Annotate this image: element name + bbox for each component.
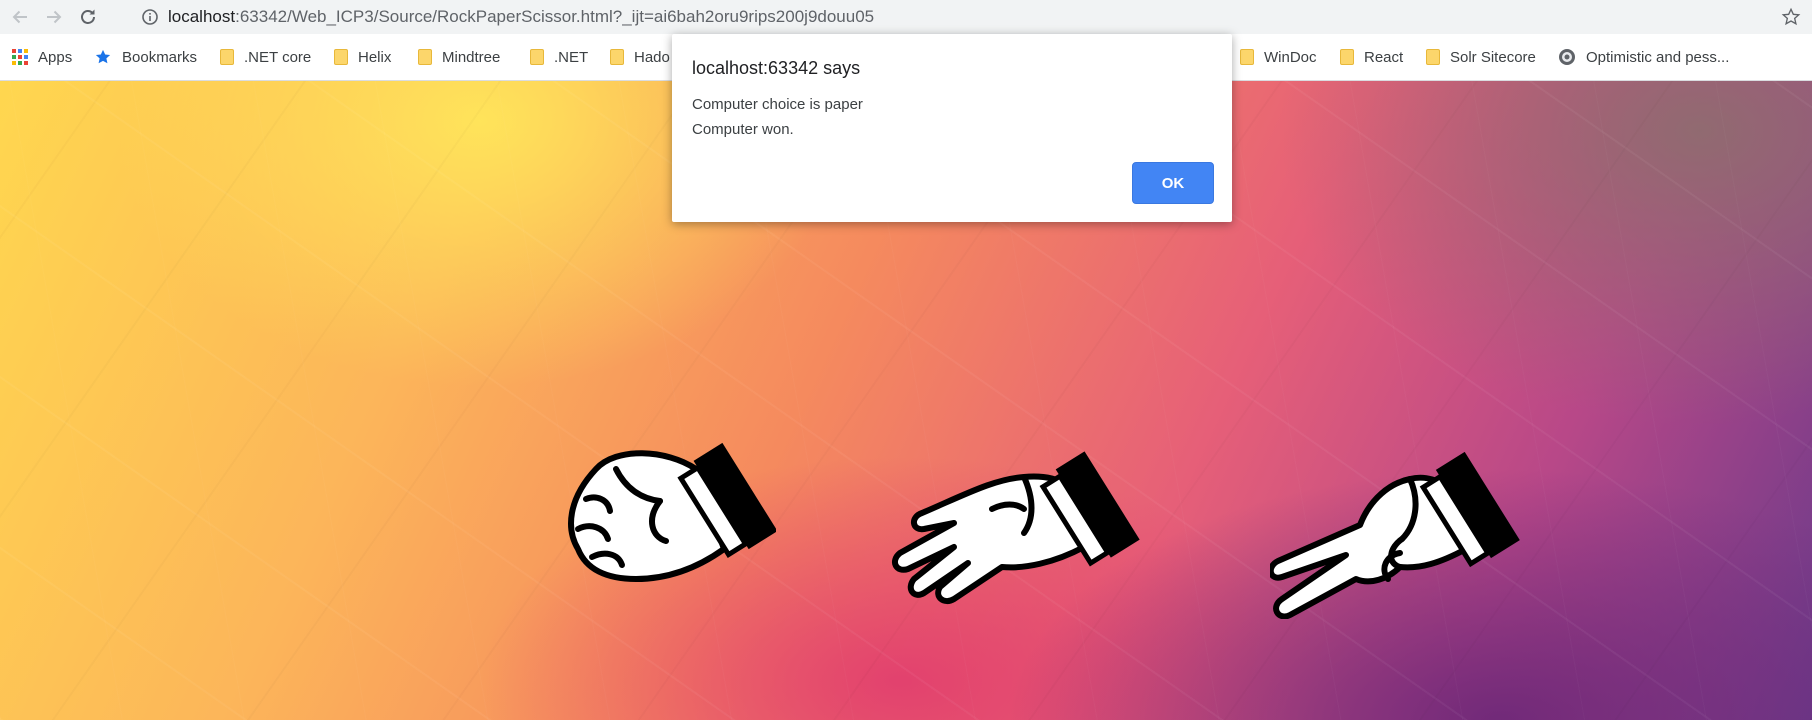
back-arrow-icon[interactable] xyxy=(6,3,34,31)
bookmark-label: WinDoc xyxy=(1264,48,1317,66)
bookmark-label: .NET core xyxy=(244,48,312,66)
folder-icon xyxy=(1340,49,1354,65)
bookmark-mindtree[interactable]: Mindtree xyxy=(410,34,508,80)
browser-toolbar: localhost:63342/Web_ICP3/Source/RockPape… xyxy=(0,0,1812,34)
ok-button[interactable]: OK xyxy=(1132,162,1214,204)
apps-grid-icon xyxy=(12,49,28,65)
bookmark-bookmarks[interactable]: Bookmarks xyxy=(86,34,205,80)
folder-icon xyxy=(418,49,432,65)
bookmark-label: Mindtree xyxy=(442,48,501,66)
url-text: localhost:63342/Web_ICP3/Source/RockPape… xyxy=(168,7,875,26)
bookmark-label: Apps xyxy=(38,48,73,66)
bookmark-label: Helix xyxy=(358,48,392,66)
bookmark-label: Solr Sitecore xyxy=(1450,48,1536,66)
folder-icon xyxy=(1426,49,1440,65)
bookmark-label: Optimistic and pess... xyxy=(1586,48,1730,66)
bookmark-label: .NET xyxy=(554,48,589,66)
folder-icon xyxy=(1240,49,1254,65)
folder-icon xyxy=(530,49,544,65)
bookmark-helix[interactable]: Helix xyxy=(326,34,399,80)
forward-arrow-icon[interactable] xyxy=(40,3,68,31)
dialog-title: localhost:63342 says xyxy=(692,58,861,78)
bookmark-net[interactable]: .NET xyxy=(522,34,596,80)
bookmark-optimistic[interactable]: Optimistic and pess... xyxy=(1550,34,1737,80)
rock-choice-button[interactable] xyxy=(556,429,776,609)
scissors-choice-button[interactable] xyxy=(1270,429,1540,619)
folder-icon xyxy=(610,49,624,65)
bookmark-label: Bookmarks xyxy=(122,48,198,66)
paper-choice-button[interactable] xyxy=(884,429,1144,619)
folder-icon xyxy=(334,49,348,65)
bookmark-solr-sitecore[interactable]: Solr Sitecore xyxy=(1418,34,1544,80)
info-icon[interactable] xyxy=(142,9,158,25)
dialog-message-line1: Computer choice is paper xyxy=(692,96,863,113)
dialog-message-line2: Computer won. xyxy=(692,121,794,138)
reload-icon[interactable] xyxy=(74,3,102,31)
bookmark-windoc[interactable]: WinDoc xyxy=(1232,34,1325,80)
star-icon[interactable] xyxy=(1778,4,1804,30)
bookmark-hado[interactable]: Hado xyxy=(602,34,678,80)
bookmark-net-core[interactable]: .NET core xyxy=(212,34,319,80)
address-bar[interactable]: localhost:63342/Web_ICP3/Source/RockPape… xyxy=(128,3,1778,31)
bookmark-apps[interactable]: Apps xyxy=(4,34,80,80)
bookmark-label: Hado xyxy=(634,48,670,66)
star-icon xyxy=(94,48,112,66)
bookmark-label: React xyxy=(1364,48,1404,66)
bookmark-react[interactable]: React xyxy=(1332,34,1411,80)
alert-dialog: localhost:63342 says Computer choice is … xyxy=(672,34,1232,222)
globe-icon xyxy=(1558,48,1576,66)
folder-icon xyxy=(220,49,234,65)
